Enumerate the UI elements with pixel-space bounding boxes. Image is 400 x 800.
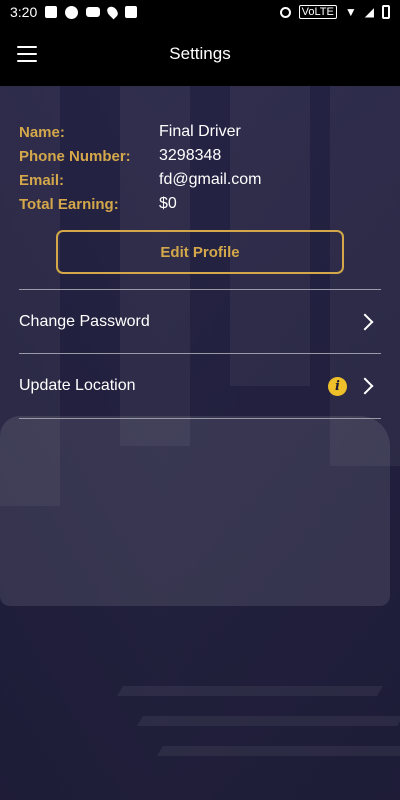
location-icon	[105, 4, 121, 20]
edit-profile-button[interactable]: Edit Profile	[56, 230, 344, 274]
page-title: Settings	[169, 44, 231, 63]
status-right: VoLTE ▼ ◢	[279, 5, 390, 19]
status-left: 3:20	[10, 4, 138, 20]
chevron-right-icon	[356, 313, 374, 331]
email-value: fd@gmail.com	[159, 171, 262, 188]
volte-badge: VoLTE	[298, 5, 337, 19]
name-value: Final Driver	[159, 123, 241, 140]
messenger-icon	[65, 5, 79, 19]
status-time: 3:20	[10, 4, 38, 20]
update-location-item[interactable]: Update Location i	[19, 354, 381, 418]
signal-icon: ◢	[364, 5, 374, 19]
battery-icon	[382, 5, 390, 19]
notification-square-icon	[125, 6, 138, 18]
status-bar: 3:20 VoLTE ▼ ◢	[0, 0, 400, 24]
alarm-icon	[279, 6, 291, 18]
youtube-icon	[86, 7, 101, 17]
profile-info: Name: Final Driver Phone Number: 3298348…	[19, 120, 379, 216]
change-password-label: Change Password	[19, 313, 150, 330]
profile-row-email: Email: fd@gmail.com	[19, 168, 379, 192]
notification-icon	[45, 6, 58, 18]
wifi-icon: ▼	[344, 5, 357, 19]
update-location-label: Update Location	[19, 377, 136, 394]
earning-value: $0	[159, 195, 177, 212]
profile-row-phone: Phone Number: 3298348	[19, 144, 379, 168]
change-password-item[interactable]: Change Password	[19, 290, 381, 354]
name-label: Name:	[19, 123, 65, 141]
divider	[19, 418, 381, 419]
row-right	[356, 313, 381, 331]
chevron-right-icon	[356, 377, 374, 395]
earning-label: Total Earning:	[19, 195, 119, 213]
phone-value: 3298348	[159, 147, 222, 164]
row-right: i	[328, 376, 381, 396]
profile-row-name: Name: Final Driver	[19, 120, 379, 144]
info-icon[interactable]: i	[328, 376, 347, 396]
email-label: Email:	[19, 171, 65, 189]
phone-label: Phone Number:	[19, 147, 131, 165]
profile-row-earning: Total Earning: $0	[19, 192, 379, 216]
app-bar: Settings	[0, 24, 400, 86]
